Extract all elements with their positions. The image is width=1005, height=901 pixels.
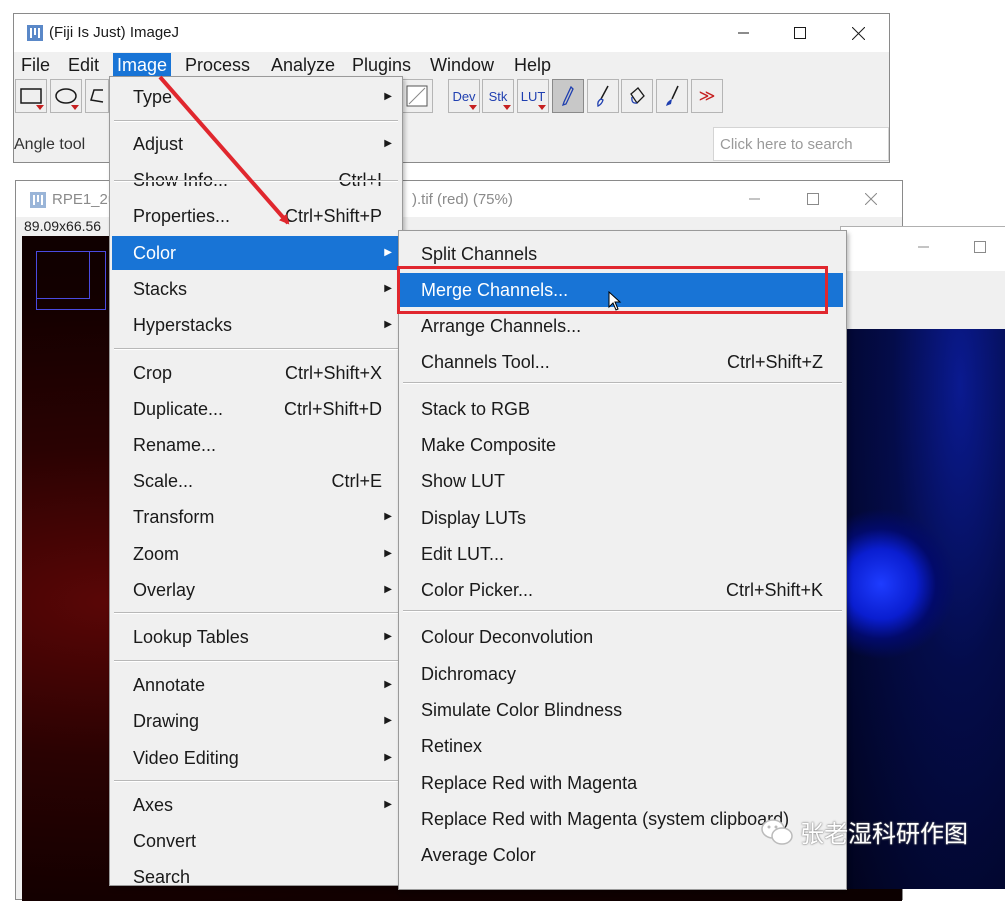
watermark: 张老湿科研作图	[760, 814, 968, 849]
watermark-text: 张老湿科研作图	[800, 821, 968, 848]
wechat-icon	[761, 818, 793, 845]
mouse-cursor-icon	[608, 291, 622, 311]
annotation-arrow	[158, 75, 290, 225]
